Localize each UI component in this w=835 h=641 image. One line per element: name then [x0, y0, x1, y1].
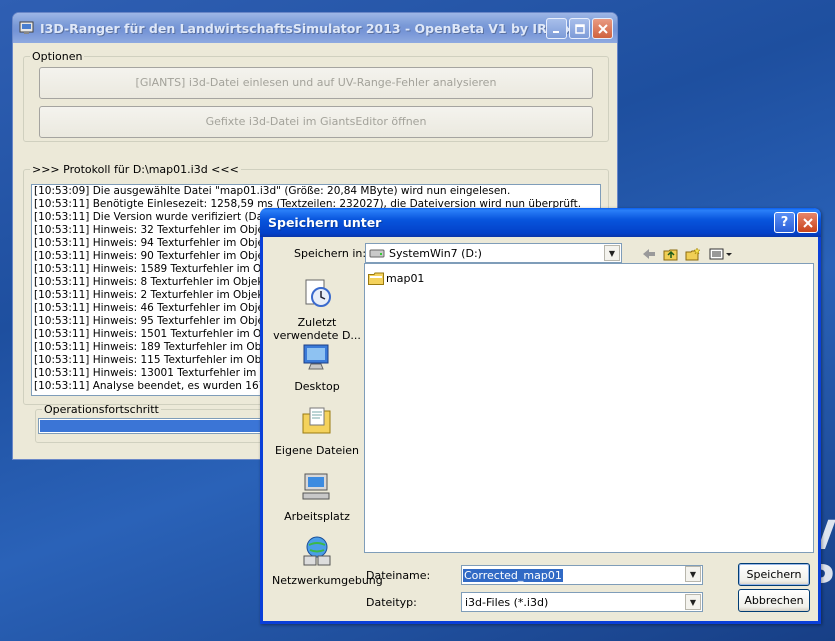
maximize-icon: [574, 23, 585, 34]
place-label: Netzwerkumgebung: [272, 574, 383, 587]
close-button[interactable]: [592, 18, 613, 39]
places-bar: Zuletzt verwendete D... Desktop Eigene D…: [272, 264, 383, 604]
save-in-dropdown[interactable]: SystemWin7 (D:) ▼: [365, 243, 622, 263]
filename-value: Corrected_map01: [463, 568, 563, 582]
place-my-documents[interactable]: Eigene Dateien: [272, 404, 362, 457]
options-legend: Optionen: [32, 50, 83, 63]
place-network[interactable]: Netzwerkumgebung: [272, 534, 383, 587]
network-icon: [303, 536, 331, 566]
place-desktop[interactable]: Desktop: [272, 340, 362, 393]
back-button[interactable]: [639, 244, 659, 264]
maximize-button[interactable]: [569, 18, 590, 39]
place-label: Desktop: [294, 380, 340, 393]
chevron-down-icon: ▼: [685, 566, 701, 582]
filename-dropdown[interactable]: ▼: [684, 565, 702, 585]
chevron-down-icon: ▼: [604, 245, 620, 261]
folder-icon: [368, 272, 384, 285]
new-folder-icon: [685, 247, 701, 261]
dialog-title-bar[interactable]: Speichern unter ?: [260, 208, 821, 237]
file-list[interactable]: map01: [364, 263, 814, 553]
dialog-title: Speichern unter: [268, 215, 382, 230]
dialog-close-button[interactable]: [797, 212, 818, 233]
drive-icon: [369, 249, 385, 258]
main-window-title: I3D-Ranger für den LandwirtschaftsSimula…: [40, 20, 573, 36]
progress-legend: Operationsfortschritt: [44, 403, 159, 416]
save-as-dialog: Speichern unter ? Speichern in: SystemWi…: [260, 208, 821, 624]
minimize-button[interactable]: [546, 18, 567, 39]
up-folder-icon: [663, 249, 678, 261]
protocol-legend: >>> Protokoll für D:\map01.i3d <<<: [32, 163, 239, 176]
close-icon: [802, 217, 813, 228]
filetype-label: Dateityp:: [366, 596, 417, 609]
close-icon: [597, 23, 608, 34]
save-in-value: SystemWin7 (D:): [389, 246, 482, 260]
app-icon: [19, 21, 34, 34]
filename-input[interactable]: Corrected_map01 ▼: [461, 565, 703, 585]
up-folder-button[interactable]: [661, 244, 681, 264]
filetype-dropdown[interactable]: i3d-Files (*.i3d) ▼: [461, 592, 703, 612]
analyze-button[interactable]: [GIANTS] i3d-Datei einlesen und auf UV-R…: [39, 67, 593, 99]
place-label: Arbeitsplatz: [284, 510, 350, 523]
place-label: Zuletzt verwendete D...: [273, 316, 361, 342]
view-menu-button[interactable]: [707, 244, 735, 264]
view-list-icon: [709, 248, 732, 260]
place-my-computer[interactable]: Arbeitsplatz: [272, 470, 362, 523]
my-documents-icon: [302, 407, 331, 434]
cancel-button[interactable]: Abbrechen: [738, 589, 810, 612]
filename-label: Dateiname:: [366, 569, 431, 582]
main-title-bar[interactable]: I3D-Ranger für den LandwirtschaftsSimula…: [13, 13, 617, 43]
place-label: Eigene Dateien: [274, 444, 360, 457]
my-computer-icon: [302, 473, 330, 500]
list-item[interactable]: map01: [368, 272, 424, 285]
chevron-down-icon: ▼: [685, 594, 701, 610]
open-giants-editor-button[interactable]: Gefixte i3d-Datei im GiantsEditor öffnen: [39, 106, 593, 138]
filetype-value: i3d-Files (*.i3d): [465, 595, 549, 609]
desktop-icon: [303, 344, 329, 370]
new-folder-button[interactable]: [683, 244, 703, 264]
save-in-label: Speichern in:: [294, 247, 367, 260]
back-arrow-icon: [643, 249, 655, 259]
minimize-icon: [552, 30, 559, 33]
save-button[interactable]: Speichern: [738, 563, 810, 586]
help-button[interactable]: ?: [774, 212, 795, 233]
log-line: [10:53:09] Die ausgewählte Datei "map01.…: [34, 185, 511, 197]
file-name: map01: [386, 272, 425, 285]
recent-documents-icon: [305, 279, 331, 307]
place-recent[interactable]: Zuletzt verwendete D...: [272, 276, 362, 342]
